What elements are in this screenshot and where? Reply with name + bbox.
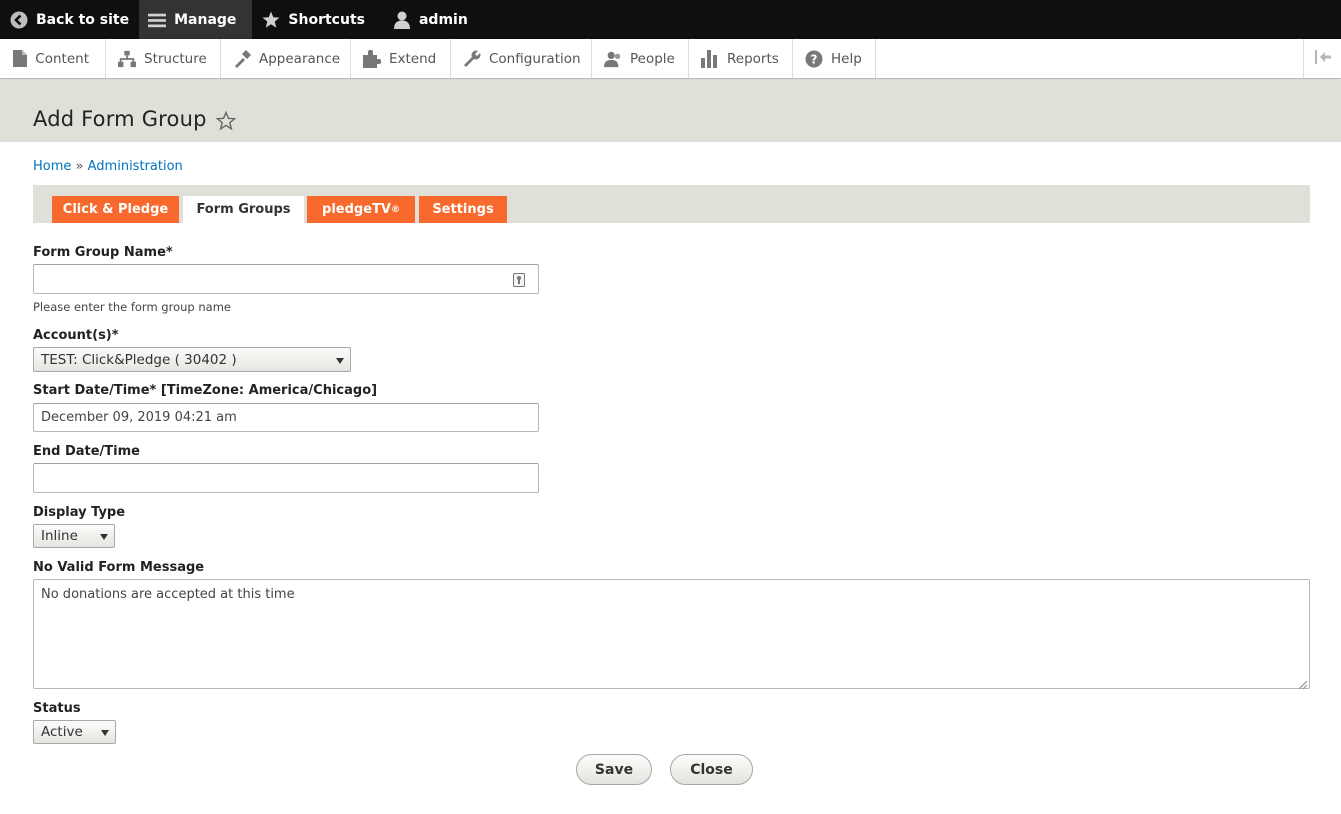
manage-label: Manage	[174, 11, 237, 28]
form-group-name-input[interactable]	[33, 264, 539, 294]
form-group-name-hint: Please enter the form group name	[33, 300, 231, 314]
dropdown-arrow-icon	[101, 730, 109, 736]
save-button-label: Save	[594, 761, 634, 778]
tray-item-extend[interactable]: Extend	[351, 39, 451, 78]
save-button[interactable]: Save	[576, 754, 652, 785]
no-valid-form-message-value: No donations are accepted at this time	[41, 587, 295, 602]
display-type-select[interactable]: Inline	[33, 524, 115, 548]
tray-item-structure[interactable]: Structure	[106, 39, 221, 78]
svg-text:?: ?	[811, 52, 818, 66]
no-valid-form-message-textarea[interactable]: No donations are accepted at this time	[33, 579, 1310, 690]
status-label: Status	[33, 701, 81, 716]
close-button-label: Close	[690, 761, 733, 778]
chevron-left-circle-icon	[10, 11, 28, 29]
back-to-site-link[interactable]: Back to site	[0, 0, 139, 39]
form-group-name-label: Form Group Name*	[33, 245, 173, 260]
display-type-label: Display Type	[33, 505, 126, 520]
collapse-arrow-icon	[1314, 49, 1332, 69]
tray-label: Reports	[727, 50, 779, 67]
shortcuts-tab[interactable]: Shortcuts	[252, 0, 383, 39]
tab-click-pledge[interactable]: Click & Pledge	[52, 196, 179, 223]
tray-item-configuration[interactable]: Configuration	[451, 39, 592, 78]
breadcrumb-separator: »	[75, 159, 84, 174]
tray-label: Structure	[144, 50, 207, 67]
tab-form-groups[interactable]: Form Groups	[183, 196, 304, 223]
breadcrumb-administration-link[interactable]: Administration	[88, 159, 183, 174]
paintbrush-icon	[233, 49, 251, 68]
tab-label: Form Groups	[196, 202, 291, 217]
breadcrumb-home-link[interactable]: Home	[33, 159, 71, 174]
accounts-select[interactable]: TEST: Click&Pledge ( 30402 )	[33, 347, 351, 372]
dropdown-arrow-icon	[336, 357, 344, 364]
page-title: Add Form Group	[33, 107, 207, 131]
status-select[interactable]: Active	[33, 720, 116, 744]
wrench-icon	[463, 50, 481, 68]
tray-item-content[interactable]: Content	[0, 39, 106, 78]
shortcut-star-icon[interactable]	[215, 110, 237, 131]
user-tab[interactable]: admin	[383, 0, 478, 39]
sitemap-icon	[118, 50, 136, 68]
user-icon	[393, 11, 411, 29]
breadcrumb: Home » Administration	[33, 159, 183, 174]
start-date-label: Start Date/Time* [TimeZone: America/Chic…	[33, 383, 378, 398]
tab-settings[interactable]: Settings	[419, 196, 507, 223]
accounts-label: Account(s)*	[33, 328, 119, 343]
menu-icon	[148, 11, 167, 29]
page-header: Add Form Group	[0, 80, 1341, 142]
module-tabs: Click & Pledge Form Groups pledgeTV ® Set…	[33, 185, 1310, 223]
tray-label: Configuration	[489, 50, 581, 67]
start-date-value: December 09, 2019 04:21 am	[41, 410, 237, 425]
dropdown-arrow-icon	[100, 534, 108, 540]
autofill-key-icon[interactable]	[513, 273, 525, 291]
tray-orientation-toggle[interactable]	[1303, 39, 1341, 78]
no-valid-form-message-label: No Valid Form Message	[33, 560, 205, 575]
registered-mark: ®	[390, 204, 400, 215]
tray-item-help[interactable]: ? Help	[793, 39, 876, 78]
status-selected-value: Active	[41, 724, 83, 740]
admin-toolbar: Back to site Manage Shortcuts admin	[0, 0, 1341, 39]
manage-tray: Content Structure Appearance Extend Conf…	[0, 39, 1341, 79]
people-icon	[604, 50, 622, 68]
help-icon: ?	[805, 50, 823, 68]
accounts-selected-value: TEST: Click&Pledge ( 30402 )	[41, 351, 237, 368]
tray-item-people[interactable]: People	[592, 39, 689, 78]
tray-label: People	[630, 50, 675, 67]
tray-item-appearance[interactable]: Appearance	[221, 39, 351, 78]
end-date-label: End Date/Time	[33, 444, 140, 459]
tray-label: Appearance	[259, 50, 341, 67]
star-icon	[262, 11, 280, 29]
file-icon	[12, 50, 27, 68]
shortcuts-label: Shortcuts	[288, 11, 365, 28]
display-type-selected-value: Inline	[41, 528, 78, 544]
resize-grip-icon[interactable]	[1298, 678, 1308, 690]
tab-label: Settings	[432, 202, 494, 217]
tab-label: pledgeTV	[322, 202, 391, 217]
close-button[interactable]: Close	[670, 754, 753, 785]
tray-label: Extend	[389, 50, 437, 67]
tray-item-reports[interactable]: Reports	[689, 39, 793, 78]
tab-label: Click & Pledge	[62, 202, 169, 217]
back-to-site-label: Back to site	[36, 11, 130, 28]
start-date-input[interactable]: December 09, 2019 04:21 am	[33, 403, 539, 432]
tab-pledgetv[interactable]: pledgeTV ®	[307, 196, 415, 223]
end-date-input[interactable]	[33, 463, 539, 493]
manage-tab[interactable]: Manage	[139, 0, 253, 39]
tray-label: Help	[831, 50, 862, 67]
user-label: admin	[418, 11, 468, 28]
puzzle-icon	[363, 49, 381, 68]
tray-label: Content	[35, 50, 89, 67]
bar-chart-icon	[701, 49, 719, 68]
